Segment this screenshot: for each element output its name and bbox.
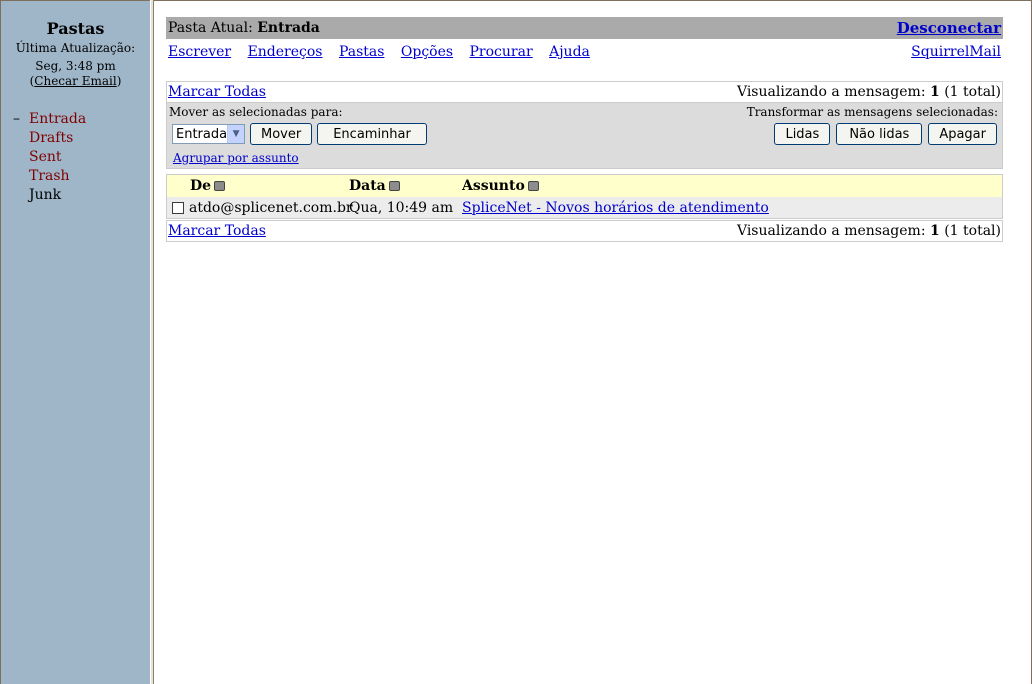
move-target-select[interactable]: Entrada ▼ bbox=[172, 124, 245, 144]
message-table: De Data Assunto atdo@splicenet.com.br Qu… bbox=[166, 174, 1003, 219]
check-email-link[interactable]: Checar Email bbox=[34, 74, 116, 88]
check-email-line: (Checar Email) bbox=[1, 74, 150, 88]
folder-item-entrada[interactable]: – Entrada bbox=[13, 110, 150, 129]
message-date: Qua, 10:49 am bbox=[349, 199, 454, 216]
folder-item-sent[interactable]: Sent bbox=[13, 148, 150, 167]
logout-link[interactable]: Desconectar bbox=[897, 19, 1001, 37]
sort-icon[interactable] bbox=[388, 181, 400, 191]
column-date: Data bbox=[349, 175, 400, 197]
mark-read-button[interactable]: Lidas bbox=[774, 123, 831, 145]
move-controls: Entrada ▼ Mover Encaminhar bbox=[172, 123, 427, 145]
last-update-time: Seg, 3:48 pm bbox=[35, 59, 116, 73]
forward-button[interactable]: Encaminhar bbox=[317, 123, 427, 145]
folder-link-entrada[interactable]: Entrada bbox=[29, 110, 86, 129]
folder-pane: Pastas Última Atualização: Seg, 3:48 pm … bbox=[0, 0, 150, 684]
column-subject-label: Assunto bbox=[462, 178, 525, 194]
current-folder-name: Entrada bbox=[257, 20, 320, 36]
table-row: atdo@splicenet.com.br Qua, 10:49 am Spli… bbox=[167, 197, 1002, 218]
message-actions-panel: Mover as selecionadas para: Transformar … bbox=[166, 103, 1003, 169]
list-bar-bottom: Marcar Todas Visualizando a mensagem: 1 … bbox=[166, 220, 1003, 242]
column-subject: Assunto bbox=[462, 175, 539, 197]
frame-splitter[interactable] bbox=[150, 0, 154, 684]
chevron-down-icon[interactable]: ▼ bbox=[227, 125, 244, 143]
message-select-checkbox[interactable] bbox=[172, 201, 184, 214]
transform-selected-label: Transformar as mensagens selecionadas: bbox=[746, 105, 998, 119]
viewing-prefix: Visualizando a mensagem: bbox=[736, 84, 930, 100]
message-from: atdo@splicenet.com.br bbox=[189, 199, 353, 216]
message-subject-link[interactable]: SpliceNet - Novos horários de atendiment… bbox=[462, 200, 769, 216]
move-selected-label: Mover as selecionadas para: bbox=[169, 105, 343, 119]
message-list-pane: Pasta Atual: Entrada Desconectar Escreve… bbox=[166, 17, 1003, 242]
message-subject-cell: SpliceNet - Novos horários de atendiment… bbox=[462, 197, 769, 218]
folder-link-junk[interactable]: Junk bbox=[29, 186, 61, 205]
message-table-header: De Data Assunto bbox=[167, 175, 1002, 197]
folder-list: – Entrada Drafts Sent Trash Junk bbox=[1, 110, 150, 205]
current-folder-label: Pasta Atual: bbox=[168, 20, 258, 36]
folder-item-trash[interactable]: Trash bbox=[13, 167, 150, 186]
folder-item-drafts[interactable]: Drafts bbox=[13, 129, 150, 148]
sort-icon[interactable] bbox=[214, 181, 226, 191]
sort-icon[interactable] bbox=[527, 181, 539, 191]
current-folder-info: Pasta Atual: Entrada bbox=[168, 20, 320, 36]
viewing-info: Visualizando a mensagem: 1 (1 total) bbox=[737, 84, 1001, 100]
nav-bar: Escrever Endereços Pastas Opções Procura… bbox=[166, 39, 1003, 65]
squirrelmail-link[interactable]: SquirrelMail bbox=[911, 44, 1001, 60]
group-by-subject-link[interactable]: Agrupar por assunto bbox=[173, 151, 299, 165]
viewing-info: Visualizando a mensagem: 1 (1 total) bbox=[737, 223, 1001, 239]
mark-all-link[interactable]: Marcar Todas bbox=[168, 223, 266, 239]
current-folder-bar: Pasta Atual: Entrada Desconectar bbox=[166, 17, 1003, 39]
mark-unread-button[interactable]: Não lidas bbox=[836, 123, 923, 145]
move-button[interactable]: Mover bbox=[250, 123, 313, 145]
folder-link-trash[interactable]: Trash bbox=[29, 167, 70, 186]
column-from: De bbox=[190, 175, 226, 197]
nav-compose[interactable]: Escrever bbox=[168, 44, 231, 60]
viewing-suffix: (1 total) bbox=[939, 223, 1001, 239]
folders-title: Pastas bbox=[46, 19, 105, 38]
column-from-label: De bbox=[190, 178, 212, 194]
nav-options[interactable]: Opções bbox=[401, 44, 453, 60]
last-update-label: Última Atualização: bbox=[15, 41, 136, 55]
folder-expanded-marker: – bbox=[13, 111, 20, 127]
column-date-label: Data bbox=[349, 178, 386, 194]
frame-top-border bbox=[154, 0, 1032, 1]
nav-search[interactable]: Procurar bbox=[470, 44, 533, 60]
nav-links: Escrever Endereços Pastas Opções Procura… bbox=[168, 44, 602, 60]
viewing-count: 1 bbox=[930, 84, 940, 100]
viewing-suffix: (1 total) bbox=[939, 84, 1001, 100]
move-target-value: Entrada bbox=[176, 126, 228, 142]
paren-close: ) bbox=[116, 74, 122, 88]
transform-controls: Lidas Não lidas Apagar bbox=[774, 123, 997, 145]
folder-link-sent[interactable]: Sent bbox=[29, 148, 62, 167]
delete-button[interactable]: Apagar bbox=[928, 123, 997, 145]
folder-link-drafts[interactable]: Drafts bbox=[29, 129, 73, 148]
viewing-prefix: Visualizando a mensagem: bbox=[736, 223, 930, 239]
nav-help[interactable]: Ajuda bbox=[549, 44, 590, 60]
nav-addresses[interactable]: Endereços bbox=[248, 44, 323, 60]
message-from-cell: atdo@splicenet.com.br bbox=[172, 197, 353, 218]
nav-folders[interactable]: Pastas bbox=[339, 44, 384, 60]
mark-all-link[interactable]: Marcar Todas bbox=[168, 84, 266, 100]
viewing-count: 1 bbox=[930, 223, 940, 239]
folder-item-junk[interactable]: Junk bbox=[13, 186, 150, 205]
list-bar-top: Marcar Todas Visualizando a mensagem: 1 … bbox=[166, 81, 1003, 103]
